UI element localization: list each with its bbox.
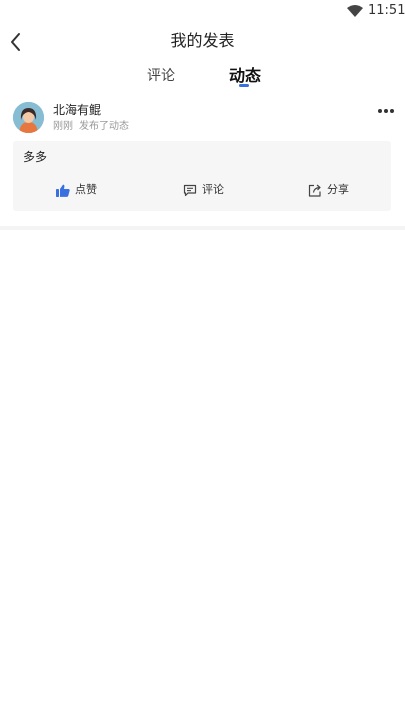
like-button[interactable]: 点赞 (56, 182, 116, 198)
page-title: 我的发表 (170, 31, 235, 50)
tab-comments[interactable]: 评论 (147, 66, 175, 86)
post-card[interactable]: 多多 点赞 评论 分享 (13, 141, 391, 211)
tab-dynamics[interactable]: 动态 (229, 66, 261, 86)
comment-button[interactable]: 评论 (183, 182, 243, 198)
section-divider (0, 226, 405, 230)
active-tab-indicator (239, 84, 249, 87)
more-options-icon[interactable] (378, 109, 394, 114)
post-meta: 刚刚 发布了动态 (53, 121, 129, 133)
thumbs-up-icon (56, 184, 70, 197)
author-name[interactable]: 北海有鲲 (53, 103, 101, 117)
post-item: 北海有鲲 刚刚 发布了动态 多多 点赞 评论 分享 (0, 96, 405, 220)
comment-label: 评论 (202, 183, 224, 196)
tab-bar: 评论 动态 (0, 62, 405, 90)
status-bar: 11:51 (0, 0, 405, 22)
avatar[interactable] (13, 102, 44, 133)
post-action-text: 发布了动态 (79, 121, 129, 132)
share-button[interactable]: 分享 (308, 182, 368, 198)
share-label: 分享 (327, 183, 349, 196)
share-icon (308, 184, 321, 197)
like-label: 点赞 (75, 183, 97, 196)
post-time: 刚刚 (53, 121, 73, 132)
comment-icon (183, 184, 197, 197)
wifi-icon (347, 5, 363, 17)
top-nav: 我的发表 (0, 26, 405, 58)
status-time: 11:51 (368, 3, 405, 18)
avatar-image (13, 102, 44, 133)
post-content: 多多 (23, 150, 48, 164)
